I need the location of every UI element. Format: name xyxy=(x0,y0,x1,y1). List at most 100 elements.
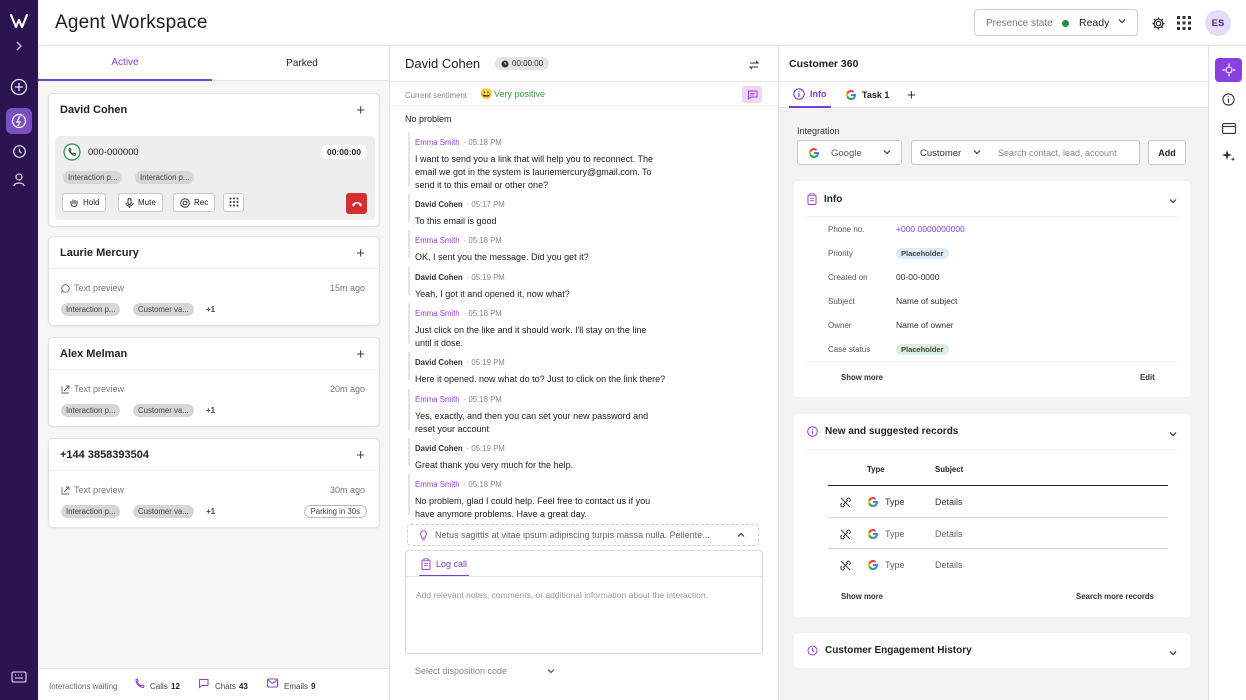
dialpad-icon xyxy=(229,197,238,207)
info-icon xyxy=(793,88,805,100)
search-input[interactable]: Search contact, lead, account xyxy=(998,148,1117,158)
hold-button[interactable]: Hold xyxy=(62,193,107,212)
message-time: · 05:18 PM xyxy=(463,480,502,489)
chevron-down-icon xyxy=(882,147,892,160)
chevron-down-icon[interactable] xyxy=(1168,193,1178,211)
info-section-header[interactable]: Info xyxy=(807,193,842,205)
apps-grid-icon[interactable] xyxy=(1175,14,1193,32)
google-icon xyxy=(867,528,879,542)
ai-sparkle-icon[interactable] xyxy=(1215,144,1242,168)
add-icon[interactable]: + xyxy=(356,346,365,363)
divider xyxy=(807,361,1177,362)
integration-select[interactable]: Google xyxy=(797,140,902,165)
engagement-history-section[interactable]: Customer Engagement History xyxy=(794,633,1190,668)
card-tool-icon[interactable] xyxy=(1215,116,1242,140)
contacts-nav-icon[interactable] xyxy=(6,166,32,192)
log-call-tab[interactable]: Log call xyxy=(419,556,470,577)
message-text: No problem xyxy=(405,114,452,124)
edit-button[interactable]: Edit xyxy=(1140,373,1155,382)
message-text: send it to this email or other one? xyxy=(415,180,549,190)
message-author: Emma Smith xyxy=(415,236,460,245)
table-row[interactable]: Type Details xyxy=(828,486,1168,517)
add-icon[interactable]: + xyxy=(356,102,365,119)
info-field-row: Priority Placeholder xyxy=(828,248,949,259)
contact-name: Alex Melman xyxy=(60,348,128,360)
info-tool-icon[interactable] xyxy=(1215,87,1242,111)
record-label: Rec xyxy=(194,198,209,207)
disposition-code-select[interactable]: Select disposition code xyxy=(415,666,555,676)
lightbulb-icon xyxy=(419,530,428,543)
record-button[interactable]: Rec xyxy=(173,193,216,212)
message-time: · 05:19 PM xyxy=(466,358,505,367)
history-nav-icon[interactable] xyxy=(6,138,32,164)
sentiment-toggle-button[interactable] xyxy=(742,86,762,103)
chevron-down-icon[interactable] xyxy=(1168,645,1178,663)
add-button[interactable]: Add xyxy=(1148,140,1186,165)
show-more-button[interactable]: Show more xyxy=(841,592,883,601)
interaction-card[interactable]: +144 3858393504 + Text preview 30m ago I… xyxy=(48,438,380,528)
message-text: email we got in the system is lauriemerc… xyxy=(415,167,652,177)
interaction-chip: Interaction p... xyxy=(63,171,123,184)
add-tab-icon[interactable]: + xyxy=(907,82,916,108)
interaction-card[interactable]: Laurie Mercury + Text preview 15m ago In… xyxy=(48,236,380,326)
message-text: Yeah, I got it and opened it, now what? xyxy=(415,289,570,299)
chevron-up-icon[interactable] xyxy=(736,530,746,542)
interactions-nav-icon[interactable] xyxy=(6,108,32,134)
field-value: 00-00-0000 xyxy=(896,272,940,282)
unlink-icon[interactable] xyxy=(840,560,851,573)
google-icon xyxy=(867,496,879,510)
transfer-icon[interactable] xyxy=(748,58,760,76)
unlink-icon[interactable] xyxy=(840,529,851,542)
interaction-chip: Interaction p... xyxy=(135,171,195,184)
record-type: Type xyxy=(885,497,905,507)
message-time: · 05:19 PM xyxy=(466,444,505,453)
settings-gear-icon[interactable] xyxy=(1149,14,1167,32)
search-more-records-button[interactable]: Search more records xyxy=(1076,592,1154,601)
add-icon[interactable]: + xyxy=(356,447,365,464)
engagement-history-header[interactable]: Customer Engagement History xyxy=(807,645,972,656)
add-icon[interactable]: + xyxy=(356,245,365,262)
smiley-icon: 😀 xyxy=(480,89,493,100)
interaction-chip: Customer va... xyxy=(133,303,194,316)
phone-link[interactable]: +000 0000000000 xyxy=(896,224,965,234)
expand-rail-icon[interactable] xyxy=(6,36,32,56)
field-value: Placeholder xyxy=(896,344,949,355)
show-more-button[interactable]: Show more xyxy=(841,373,883,382)
log-notes-textarea[interactable]: Add relevant notes, comments, or additio… xyxy=(416,589,736,601)
agent-workspace: Agent Workspace Presence state Ready ES … xyxy=(0,0,1246,700)
table-row[interactable]: Type Details xyxy=(828,517,1168,548)
presence-state-dropdown[interactable]: Presence state Ready xyxy=(974,9,1138,36)
tab-parked[interactable]: Parked xyxy=(215,46,389,81)
records-section-header[interactable]: New and suggested records xyxy=(807,426,958,437)
tab-info[interactable]: Info xyxy=(789,82,831,108)
mute-button[interactable]: Mute xyxy=(118,193,163,212)
table-row[interactable]: Type Details xyxy=(828,548,1168,579)
dialpad-button[interactable] xyxy=(223,193,244,212)
unlink-icon[interactable] xyxy=(840,497,851,510)
conversation-timer: 00:00:00 xyxy=(495,57,550,70)
message-thread-line xyxy=(408,438,410,466)
active-interaction-card[interactable]: David Cohen + 000-000000 00:00:00 Intera… xyxy=(48,93,380,227)
suggestion-banner[interactable]: Netus sagittis at vitae ipsum adipiscing… xyxy=(407,524,759,546)
interactions-panel: Active Parked David Cohen + 000-000000 0… xyxy=(38,46,390,700)
record-type-select[interactable]: Customer xyxy=(920,148,961,159)
chat-message: David Cohen · 05:19 PM Yeah, I got it and … xyxy=(415,267,775,301)
interaction-age: 20m ago xyxy=(329,384,365,394)
tab-task-1[interactable]: Task 1 xyxy=(845,82,889,108)
customer-360-tool-icon[interactable] xyxy=(1215,58,1242,82)
emails-label: Emails xyxy=(284,682,309,691)
external-link-icon xyxy=(61,486,70,494)
mute-label: Mute xyxy=(138,198,156,207)
message-icon xyxy=(747,90,757,100)
tab-active[interactable]: Active xyxy=(38,46,212,81)
contact-search-field[interactable]: Customer Search contact, lead, account xyxy=(911,140,1140,165)
new-interaction-icon[interactable] xyxy=(6,74,32,100)
end-call-button[interactable] xyxy=(346,193,367,214)
chevron-down-icon[interactable] xyxy=(1168,426,1178,444)
parking-timer-badge: Parking in 30s xyxy=(303,505,367,518)
keyboard-icon[interactable] xyxy=(6,664,32,690)
interaction-card[interactable]: Alex Melman + Text preview 20m ago Inter… xyxy=(48,337,380,427)
message-thread-line xyxy=(408,230,410,258)
user-avatar[interactable]: ES xyxy=(1205,10,1231,36)
queue-footer: Interactions waiting Calls 12 Chats 43 E… xyxy=(38,668,389,700)
